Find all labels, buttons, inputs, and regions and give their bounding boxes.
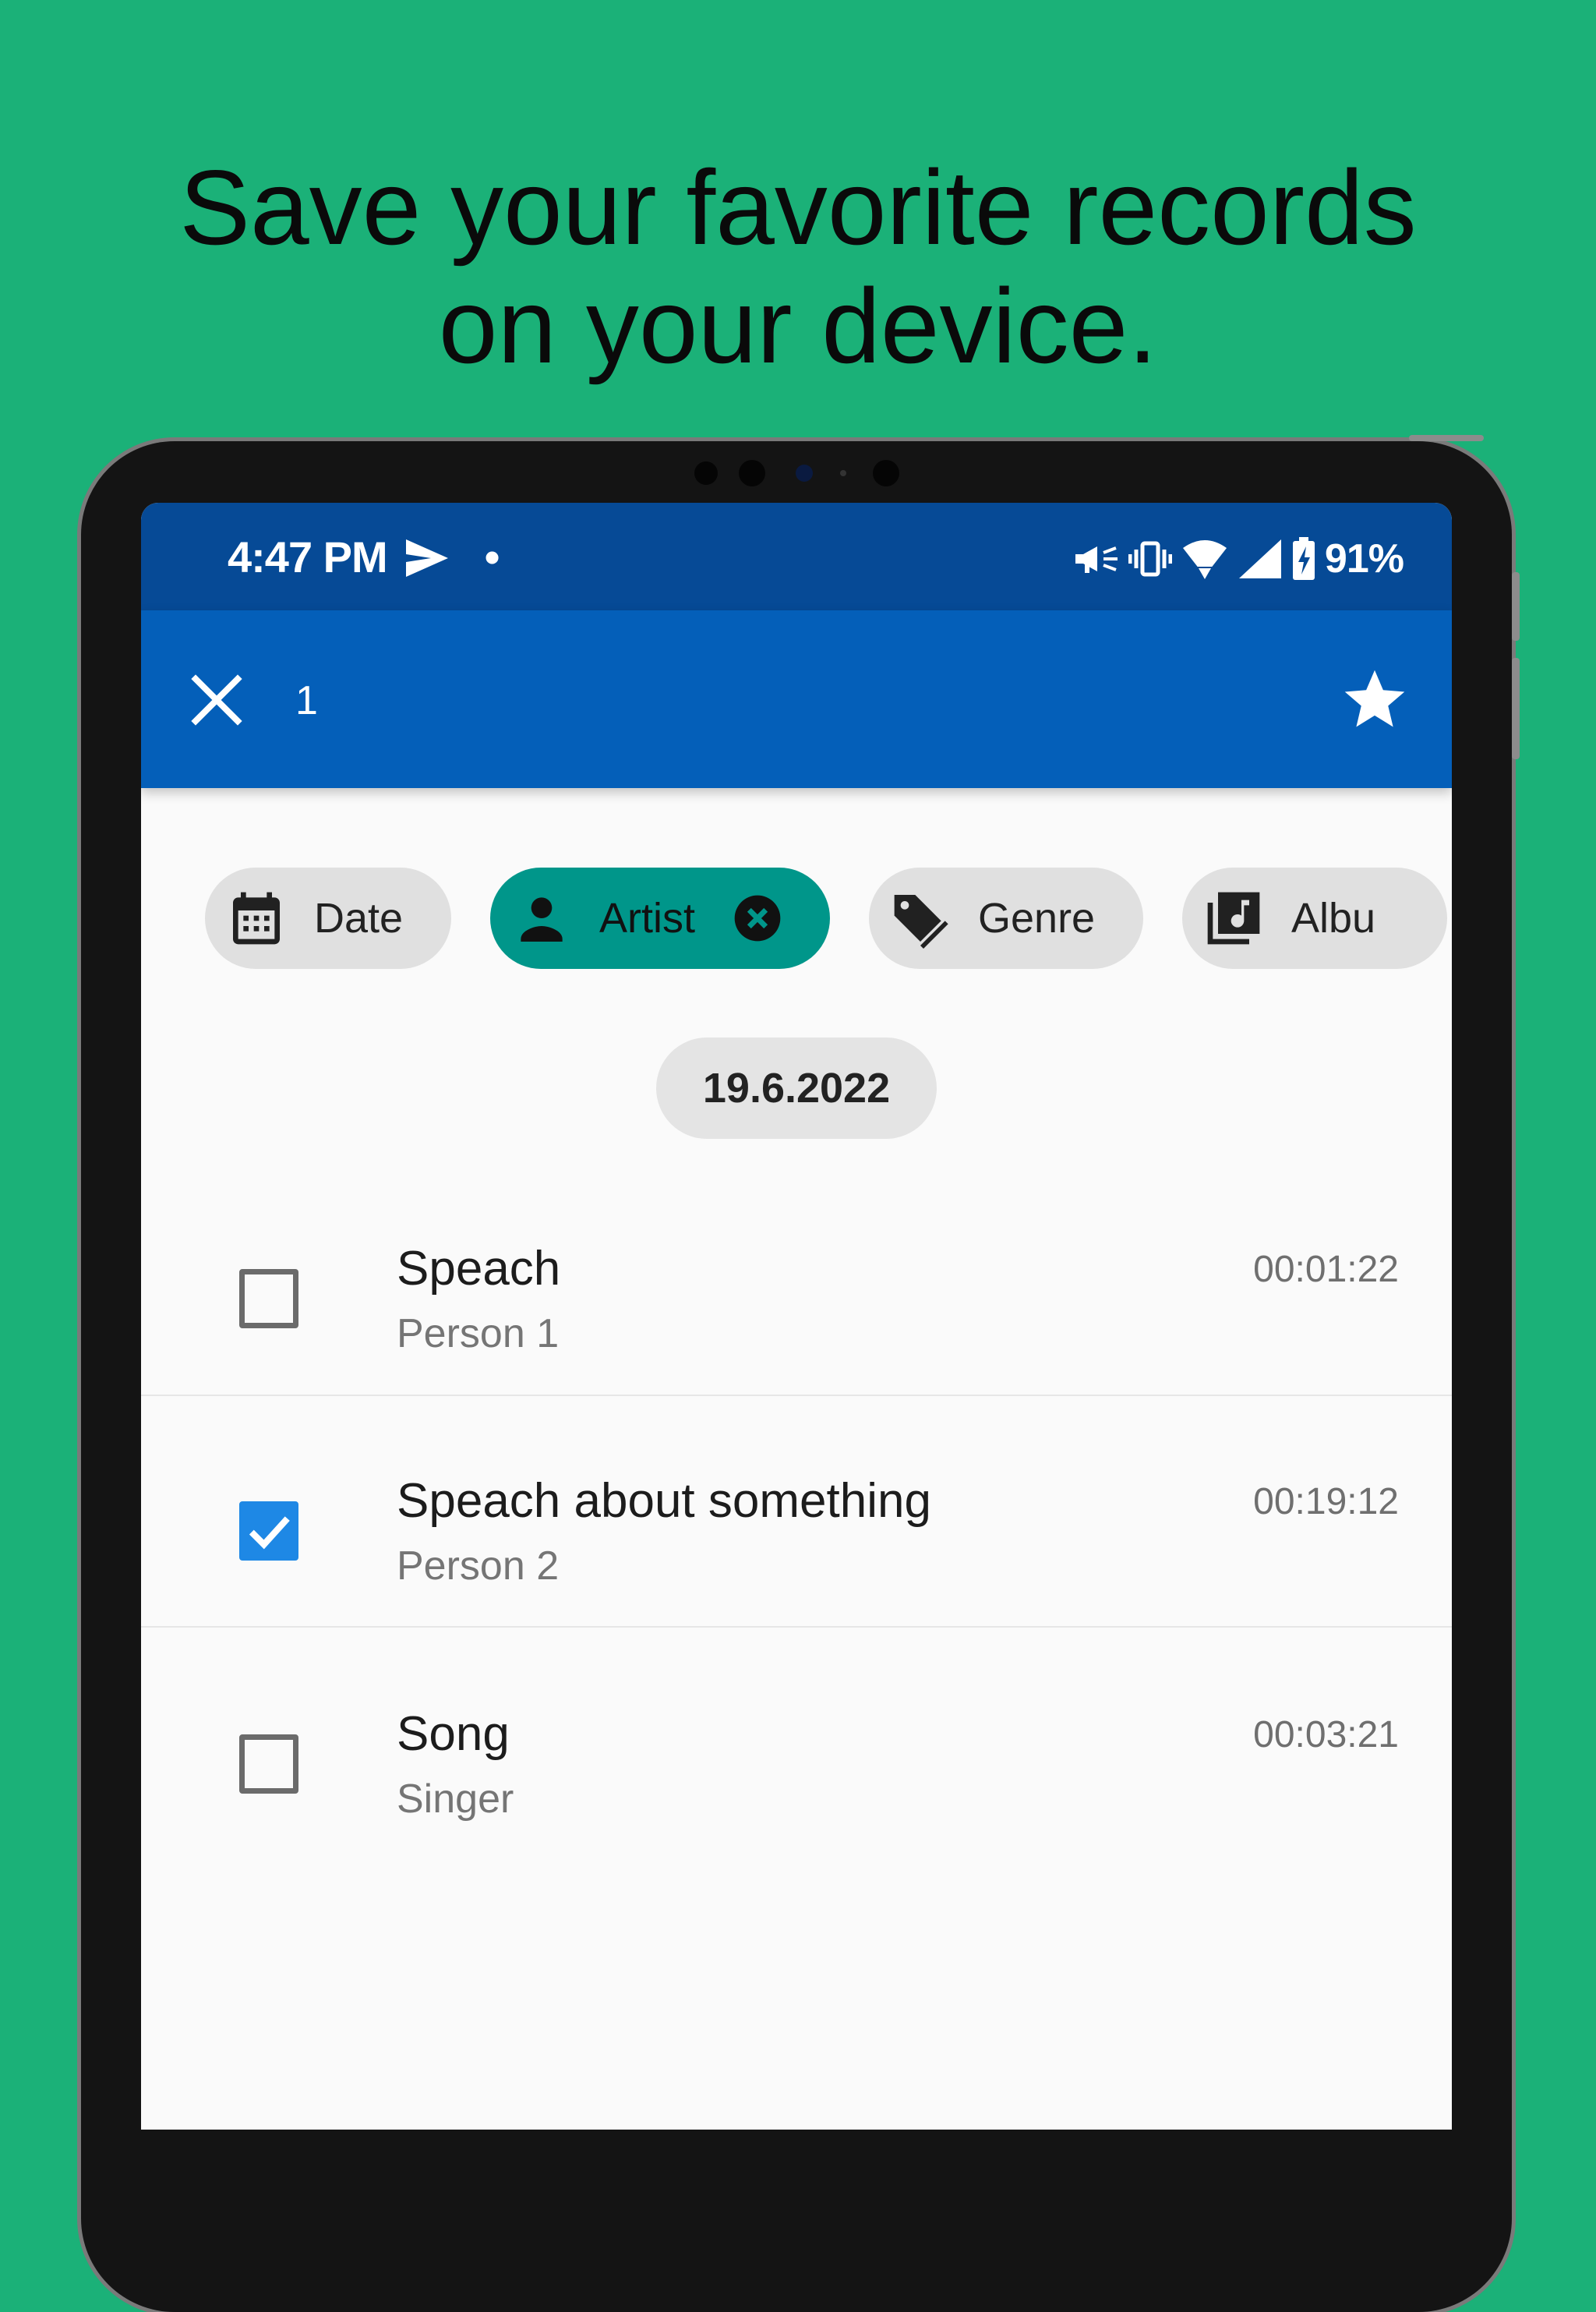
- album-icon: [1207, 892, 1260, 945]
- volume-button: [1512, 658, 1520, 759]
- notification-dot: •: [484, 532, 500, 582]
- close-selection-button[interactable]: [189, 673, 244, 727]
- battery-percentage: 91%: [1324, 536, 1404, 582]
- chip-remove-icon[interactable]: [733, 893, 782, 943]
- send-icon: [406, 539, 449, 577]
- chip-artist[interactable]: Artist: [490, 868, 830, 969]
- record-checkbox[interactable]: [239, 1734, 298, 1794]
- front-camera: [796, 465, 813, 482]
- record-duration: 00:01:22: [1253, 1249, 1399, 1290]
- wifi-icon: [1182, 540, 1227, 579]
- date-header: 19.6.2022: [656, 1038, 937, 1139]
- chip-genre-label: Genre: [978, 895, 1096, 942]
- sensor-4: [873, 460, 899, 486]
- chip-genre[interactable]: Genre: [869, 868, 1143, 969]
- star-icon: [1344, 670, 1405, 727]
- headline-line-2: on your device.: [438, 267, 1158, 385]
- chip-artist-label: Artist: [599, 895, 696, 942]
- record-title: Speach: [397, 1242, 561, 1296]
- filter-chips: Date Artist Genre Albu: [205, 868, 1452, 970]
- status-icons: 91%: [1074, 536, 1404, 582]
- sensor-3: [840, 470, 846, 476]
- power-button: [1512, 572, 1520, 641]
- status-bar: 4:47 PM • 91%: [141, 503, 1452, 610]
- row-divider: [141, 1626, 1452, 1628]
- person-icon: [521, 897, 563, 942]
- favorite-button[interactable]: [1340, 665, 1410, 735]
- record-checkbox[interactable]: [239, 1269, 298, 1328]
- vibrate-icon: [1128, 541, 1172, 577]
- chip-date-label: Date: [314, 895, 404, 942]
- mute-icon: [1075, 546, 1118, 573]
- record-row[interactable]: Speach Person 1 00:01:22: [141, 1207, 1452, 1438]
- headline-line-1: Save your favorite records: [179, 148, 1417, 267]
- app-screen: 4:47 PM • 91% 1 Date Artist Genre Albu 1…: [141, 503, 1452, 2130]
- status-time: 4:47 PM •: [228, 532, 500, 582]
- chip-album[interactable]: Albu: [1182, 868, 1447, 969]
- headline: Save your favorite records on your devic…: [0, 148, 1596, 385]
- record-row[interactable]: Speach about something Person 2 00:19:12: [141, 1440, 1452, 1670]
- clock-text: 4:47 PM: [228, 532, 388, 582]
- chip-date[interactable]: Date: [205, 868, 451, 969]
- signal-icon: [1238, 539, 1281, 578]
- record-title: Speach about something: [397, 1474, 931, 1528]
- sensor-2: [739, 460, 765, 486]
- record-artist: Singer: [397, 1776, 514, 1822]
- top-button: [1409, 435, 1484, 441]
- checkmark-icon: [249, 1516, 290, 1550]
- tag-icon: [894, 895, 948, 949]
- sensor-1: [694, 461, 718, 485]
- chip-album-label: Albu: [1291, 895, 1376, 942]
- record-artist: Person 2: [397, 1543, 560, 1589]
- record-title: Song: [397, 1707, 510, 1761]
- row-divider: [141, 1395, 1452, 1396]
- selected-count: 1: [295, 678, 318, 723]
- record-duration: 00:03:21: [1253, 1714, 1399, 1755]
- record-artist: Person 1: [397, 1311, 560, 1356]
- selection-app-bar: 1: [141, 610, 1452, 788]
- record-duration: 00:19:12: [1253, 1481, 1399, 1522]
- battery-icon: [1292, 537, 1315, 580]
- record-row[interactable]: Song Singer 00:03:21: [141, 1673, 1452, 1904]
- record-checkbox[interactable]: [239, 1501, 298, 1561]
- close-icon: [191, 674, 242, 726]
- calendar-icon: [233, 892, 280, 945]
